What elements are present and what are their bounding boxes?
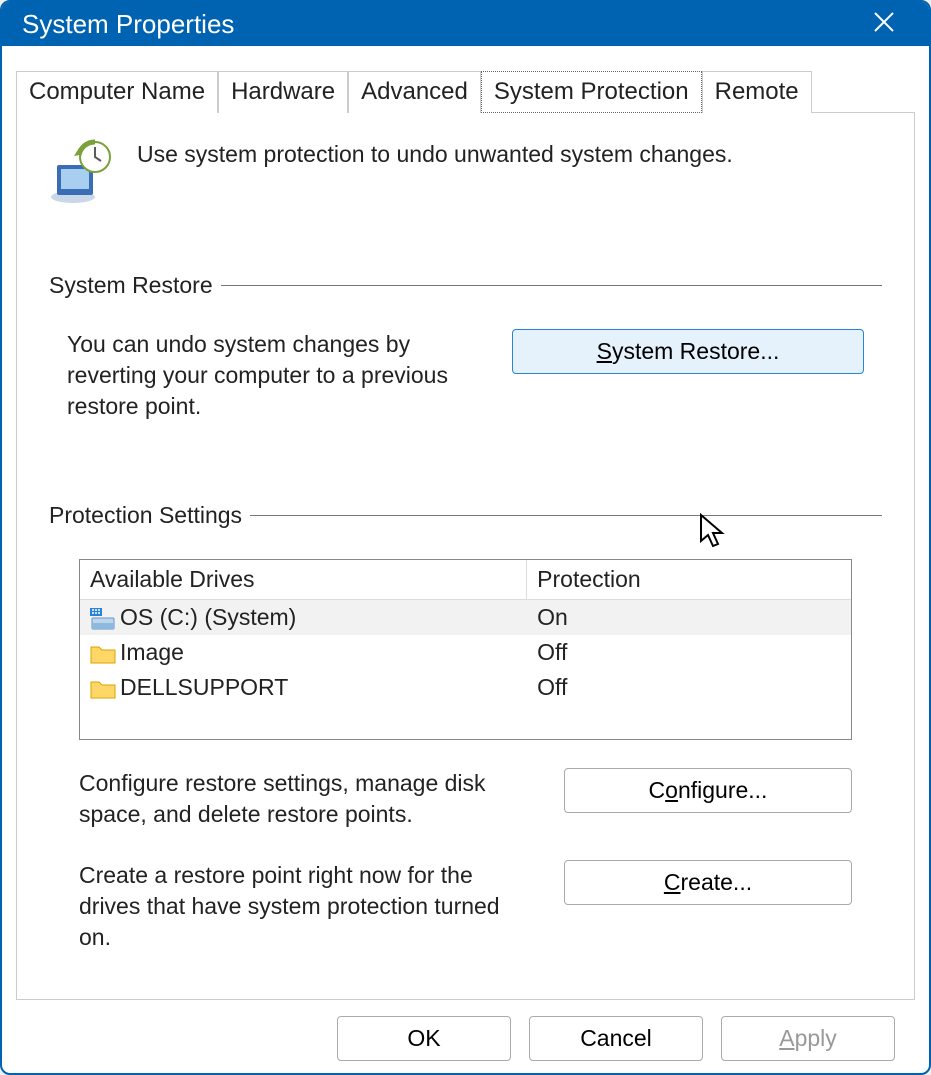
table-row[interactable]: Image Off (80, 635, 851, 670)
folder-icon (90, 678, 114, 698)
system-restore-button[interactable]: System Restore... (512, 329, 864, 374)
mnemonic: C (664, 869, 681, 895)
mnemonic: o (665, 777, 678, 803)
button-label-suffix: ystem Restore... (612, 338, 779, 364)
os-drive-icon (90, 608, 114, 628)
system-restore-icon (49, 139, 117, 212)
drive-protection: On (527, 600, 851, 635)
tab-bar: Computer Name Hardware Advanced System P… (16, 70, 915, 113)
create-button[interactable]: Create... (564, 860, 852, 905)
close-icon[interactable] (859, 2, 909, 46)
tab-advanced[interactable]: Advanced (348, 71, 481, 113)
drive-name: Image (120, 639, 184, 666)
label-suffix: reate... (681, 869, 753, 895)
tab-computer-name[interactable]: Computer Name (16, 71, 218, 113)
create-row: Create a restore point right now for the… (49, 860, 882, 953)
intro-text: Use system protection to undo unwanted s… (137, 139, 733, 168)
apply-button[interactable]: Apply (721, 1016, 895, 1061)
tab-system-protection[interactable]: System Protection (481, 71, 702, 113)
content-area: Computer Name Hardware Advanced System P… (2, 46, 929, 1075)
window-title: System Properties (22, 9, 234, 40)
drive-name: DELLSUPPORT (120, 674, 288, 701)
col-protection[interactable]: Protection (527, 560, 851, 600)
col-available-drives[interactable]: Available Drives (80, 560, 527, 600)
system-restore-heading: System Restore (49, 272, 882, 299)
folder-icon (90, 643, 114, 663)
cancel-button[interactable]: Cancel (529, 1016, 703, 1061)
tab-hardware[interactable]: Hardware (218, 71, 348, 113)
label-suffix: pply (795, 1025, 837, 1051)
titlebar: System Properties (2, 2, 929, 46)
divider (221, 285, 882, 286)
protection-settings-heading-label: Protection Settings (49, 502, 242, 529)
system-restore-heading-label: System Restore (49, 272, 213, 299)
protection-settings-heading: Protection Settings (49, 502, 882, 529)
divider (250, 515, 882, 516)
label-prefix: C (649, 777, 666, 803)
intro-row: Use system protection to undo unwanted s… (49, 139, 882, 212)
configure-row: Configure restore settings, manage disk … (49, 768, 882, 830)
dialog-button-row: OK Cancel Apply (16, 1000, 915, 1075)
mnemonic: S (597, 338, 612, 364)
system-restore-row: You can undo system changes by reverting… (49, 329, 882, 422)
drives-table: Available Drives Protection (79, 559, 852, 740)
ok-button[interactable]: OK (337, 1016, 511, 1061)
label-suffix: nfigure... (678, 777, 768, 803)
mnemonic: A (779, 1025, 794, 1051)
drive-protection: Off (527, 670, 851, 705)
system-restore-description: You can undo system changes by reverting… (67, 329, 472, 422)
configure-button[interactable]: Configure... (564, 768, 852, 813)
table-row[interactable]: OS (C:) (System) On (80, 600, 851, 635)
table-row[interactable]: DELLSUPPORT Off (80, 670, 851, 705)
tab-panel-system-protection: Use system protection to undo unwanted s… (16, 113, 915, 1000)
drive-name: OS (C:) (System) (120, 604, 296, 631)
drives-header: Available Drives Protection (80, 560, 851, 600)
configure-description: Configure restore settings, manage disk … (79, 768, 534, 830)
table-spacer (80, 705, 851, 739)
create-description: Create a restore point right now for the… (79, 860, 534, 953)
system-properties-dialog: System Properties Computer Name Hardware… (0, 0, 931, 1075)
drive-protection: Off (527, 635, 851, 670)
tab-remote[interactable]: Remote (702, 71, 812, 113)
